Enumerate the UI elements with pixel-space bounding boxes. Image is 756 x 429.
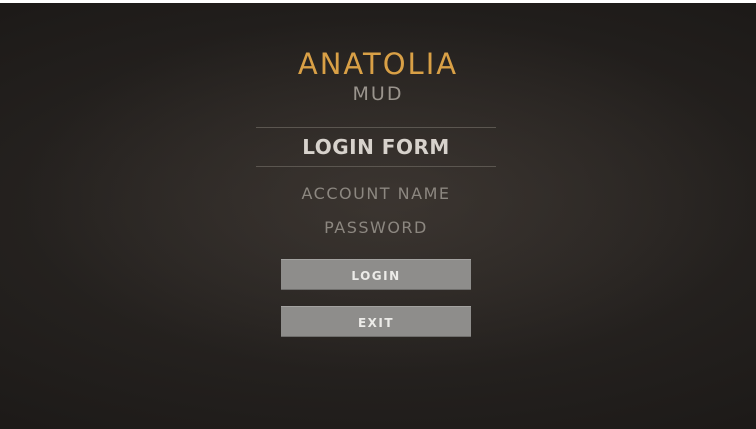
login-button[interactable]: LOGIN xyxy=(281,259,471,290)
exit-button[interactable]: EXIT xyxy=(281,306,471,337)
account-name-field[interactable]: ACCOUNT NAME xyxy=(256,184,496,204)
password-field[interactable]: PASSWORD xyxy=(256,218,496,238)
form-title: LOGIN FORM xyxy=(302,135,450,159)
game-logo-subtitle: MUD xyxy=(352,83,404,105)
game-logo-title: ANATOLIA xyxy=(297,47,459,81)
login-screen: ANATOLIA MUD LOGIN FORM ACCOUNT NAME PAS… xyxy=(0,3,756,429)
divider-bottom xyxy=(256,166,496,167)
divider-top xyxy=(256,127,496,128)
